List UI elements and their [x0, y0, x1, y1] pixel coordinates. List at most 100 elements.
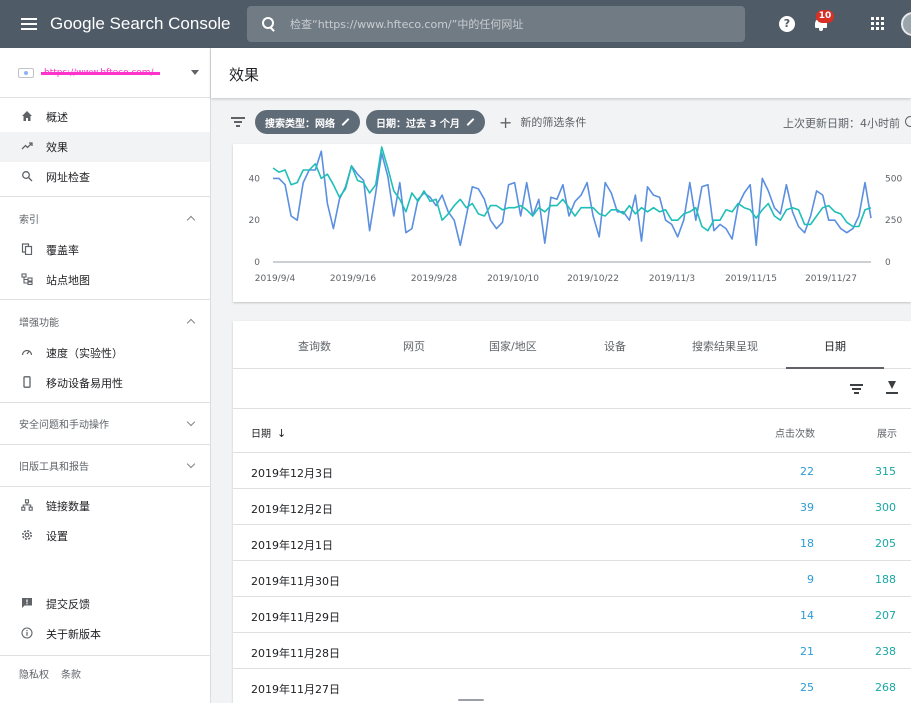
column-header-impressions[interactable]: 展示 — [863, 425, 897, 440]
sidebar-item-settings[interactable]: 设置 — [0, 521, 210, 551]
y-right-tick-label: 500 — [885, 174, 902, 184]
sidebar-item-links[interactable]: 链接数量 — [0, 491, 210, 521]
performance-chart: 0 20 40 0 250 500 2019/9/4 2019/9/16 2019/9/28 20… — [249, 146, 902, 284]
chevron-up-icon[interactable] — [186, 318, 196, 327]
apps-grid-icon[interactable] — [871, 17, 884, 30]
resize-handle[interactable] — [458, 699, 484, 701]
info-icon — [20, 627, 34, 641]
trending-up-icon — [20, 140, 34, 154]
search-icon — [20, 170, 34, 184]
sidebar: https://www.hfteco.com/ 概述 效果 网址检查 索引 覆盖… — [0, 48, 211, 703]
tab-dates[interactable]: 日期 — [824, 338, 846, 354]
cell-clicks: 25 — [800, 681, 814, 694]
notification-badge[interactable]: 10 — [816, 10, 834, 23]
x-tick-label: 2019/10/10 — [487, 274, 539, 284]
nav-other: 链接数量 设置 — [0, 487, 210, 555]
cell-clicks: 18 — [800, 537, 814, 550]
terms-link[interactable]: 条款 — [61, 666, 81, 681]
search-type-filter-chip[interactable]: 搜索类型：网络 — [255, 110, 360, 134]
table-row[interactable]: 2019年11月30日 9 188 — [233, 561, 911, 597]
sidebar-item-mobile-usability[interactable]: 移动设备易用性 — [0, 368, 210, 398]
menu-icon[interactable] — [21, 15, 37, 33]
table-header: 日期 ↓ 点击次数 展示 — [233, 409, 911, 453]
cell-date: 2019年12月1日 — [251, 539, 333, 552]
tab-pages[interactable]: 网页 — [403, 338, 425, 354]
filter-icon[interactable] — [231, 117, 245, 127]
sitemap-icon — [20, 273, 34, 287]
table-row[interactable]: 2019年11月27日 25 268 — [233, 669, 911, 703]
sidebar-item-label: 提交反馈 — [46, 598, 90, 611]
tab-countries[interactable]: 国家/地区 — [489, 338, 537, 354]
cell-clicks: 22 — [800, 465, 814, 478]
sidebar-item-performance[interactable]: 效果 — [0, 132, 210, 162]
chevron-down-icon[interactable] — [186, 417, 196, 427]
cell-date: 2019年11月27日 — [251, 683, 340, 696]
sidebar-item-url-inspection[interactable]: 网址检查 — [0, 162, 210, 192]
table-row[interactable]: 2019年12月2日 39 300 — [233, 489, 911, 525]
links-icon — [20, 499, 34, 513]
property-selector[interactable]: https://www.hfteco.com/ — [0, 48, 210, 98]
section-index-header[interactable]: 索引 — [0, 201, 210, 235]
sidebar-item-about-new-version[interactable]: 关于新版本 — [0, 619, 210, 649]
section-security-header[interactable]: 安全问题和手动操作 — [0, 403, 210, 445]
chip-label: 日期：过去 3 个月 — [376, 118, 460, 130]
caret-down-icon[interactable] — [191, 70, 199, 75]
sidebar-footer: 隐私权 条款 — [0, 655, 210, 691]
cell-impressions: 188 — [875, 573, 896, 586]
help-icon[interactable]: ? — [779, 16, 795, 32]
section-title: 旧版工具和报告 — [19, 462, 89, 473]
sidebar-item-label: 设置 — [46, 530, 68, 543]
table-row[interactable]: 2019年12月3日 22 315 — [233, 453, 911, 489]
app-logo[interactable]: Google Search Console — [50, 14, 231, 34]
sidebar-item-label: 链接数量 — [46, 500, 90, 513]
filter-rows-icon[interactable] — [850, 384, 863, 394]
download-icon[interactable] — [886, 381, 898, 395]
feedback-icon — [20, 597, 34, 611]
table-row[interactable]: 2019年11月29日 14 207 — [233, 597, 911, 633]
column-header-date[interactable]: 日期 ↓ — [251, 425, 286, 440]
sidebar-item-overview[interactable]: 概述 — [0, 102, 210, 132]
gear-icon — [20, 529, 34, 543]
sidebar-item-coverage[interactable]: 覆盖率 — [0, 235, 210, 265]
info-icon[interactable] — [905, 116, 911, 127]
search-input[interactable]: 检查“https://www.hfteco.com/”中的任何网址 — [290, 16, 523, 32]
column-header-clicks[interactable]: 点击次数 — [773, 425, 815, 440]
sidebar-item-feedback[interactable]: 提交反馈 — [0, 589, 210, 619]
date-filter-chip[interactable]: 日期：过去 3 个月 — [366, 110, 485, 134]
y-left-tick-label: 40 — [249, 174, 261, 184]
table-toolbar — [233, 369, 911, 409]
sidebar-item-label: 移动设备易用性 — [46, 377, 123, 390]
url-inspection-search[interactable]: 检查“https://www.hfteco.com/”中的任何网址 — [247, 6, 745, 42]
plus-icon[interactable]: + — [499, 113, 512, 132]
column-label: 日期 — [251, 429, 271, 440]
property-url: https://www.hfteco.com/ — [41, 67, 160, 78]
last-updated-text: 上次更新日期：4小时前 — [783, 117, 900, 130]
cell-impressions: 315 — [875, 465, 896, 478]
table-row[interactable]: 2019年12月1日 18 205 — [233, 525, 911, 561]
y-left-tick-label: 0 — [254, 258, 260, 268]
tab-search-appearance[interactable]: 搜索结果呈现 — [692, 338, 758, 354]
chevron-down-icon[interactable] — [186, 459, 196, 469]
speed-icon — [20, 346, 34, 360]
pencil-icon — [341, 118, 350, 126]
tab-devices[interactable]: 设备 — [604, 338, 626, 354]
section-enhancements-header[interactable]: 增强功能 — [0, 304, 210, 338]
new-filter-button[interactable]: 新的筛选条件 — [520, 114, 586, 130]
privacy-link[interactable]: 隐私权 — [19, 666, 49, 681]
sidebar-item-sitemaps[interactable]: 站点地图 — [0, 265, 210, 295]
x-tick-label: 2019/11/15 — [725, 274, 777, 284]
account-avatar[interactable] — [901, 12, 911, 36]
cell-impressions: 205 — [875, 537, 896, 550]
section-title: 增强功能 — [19, 317, 59, 329]
x-tick-label: 2019/9/16 — [330, 274, 376, 284]
sidebar-item-speed[interactable]: 速度（实验性） — [0, 338, 210, 368]
tab-queries[interactable]: 查询数 — [298, 338, 331, 354]
section-legacy-header[interactable]: 旧版工具和报告 — [0, 445, 210, 487]
sort-arrow-icon: ↓ — [277, 427, 287, 440]
performance-table-card: 查询数 网页 国家/地区 设备 搜索结果呈现 日期 日期 ↓ 点击次数 展示 20… — [233, 321, 911, 703]
chevron-up-icon[interactable] — [186, 215, 196, 224]
sidebar-item-label: 站点地图 — [46, 274, 90, 287]
sidebar-item-label: 关于新版本 — [46, 628, 101, 641]
table-row[interactable]: 2019年11月28日 21 238 — [233, 633, 911, 669]
sidebar-item-label: 效果 — [46, 141, 68, 154]
